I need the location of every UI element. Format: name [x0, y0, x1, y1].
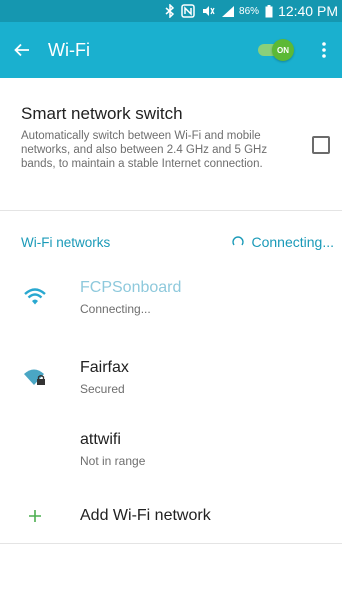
smart-switch-title: Smart network switch — [21, 104, 183, 123]
page-title: Wi-Fi — [48, 39, 90, 60]
back-arrow-icon — [14, 43, 29, 57]
wifi-icon — [20, 285, 50, 309]
section-title: Wi-Fi networks — [21, 234, 111, 250]
network-name: FCPSonboard — [80, 278, 182, 296]
divider — [0, 210, 342, 211]
bluetooth-icon — [165, 4, 175, 18]
network-item-fairfax[interactable]: Fairfax Secured — [0, 344, 342, 410]
wifi-toggle[interactable]: ON — [256, 39, 296, 61]
app-bar: Wi-Fi ON — [0, 22, 342, 78]
smart-switch-checkbox[interactable] — [312, 136, 330, 154]
smart-network-switch-row[interactable]: Smart network switch Automatically switc… — [0, 78, 342, 210]
add-network-label: Add Wi-Fi network — [80, 507, 211, 524]
nfc-icon — [181, 4, 195, 18]
network-status: Not in range — [80, 453, 146, 468]
battery-percent: 86% — [239, 5, 260, 17]
back-button[interactable] — [2, 22, 42, 78]
toggle-knob: ON — [272, 39, 294, 61]
network-name: Fairfax — [80, 358, 129, 376]
wifi-networks-header: Wi-Fi networks Connecting... — [0, 228, 342, 256]
network-item-attwifi[interactable]: attwifi Not in range — [0, 416, 342, 482]
mute-icon — [201, 4, 215, 18]
network-name: attwifi — [80, 430, 121, 448]
network-status: Secured — [80, 381, 125, 396]
smart-switch-description: Automatically switch between Wi-Fi and m… — [21, 130, 268, 170]
more-options-button[interactable] — [312, 22, 336, 78]
more-vert-icon — [322, 42, 326, 58]
signal-icon — [221, 5, 235, 18]
connecting-status: Connecting... — [231, 234, 335, 250]
network-item-fcpsonboard[interactable]: FCPSonboard Connecting... — [0, 264, 342, 330]
connecting-text: Connecting... — [251, 234, 335, 250]
clock: 12:40 PM — [278, 3, 338, 19]
network-status: Connecting... — [80, 301, 151, 316]
plus-icon — [20, 509, 50, 523]
divider — [0, 543, 342, 544]
add-wifi-network-button[interactable]: Add Wi-Fi network — [0, 488, 342, 544]
status-bar: 86% 12:40 PM — [0, 0, 342, 22]
battery-icon — [265, 4, 273, 18]
spinner-icon — [231, 236, 244, 248]
wifi-lock-icon — [20, 365, 50, 389]
